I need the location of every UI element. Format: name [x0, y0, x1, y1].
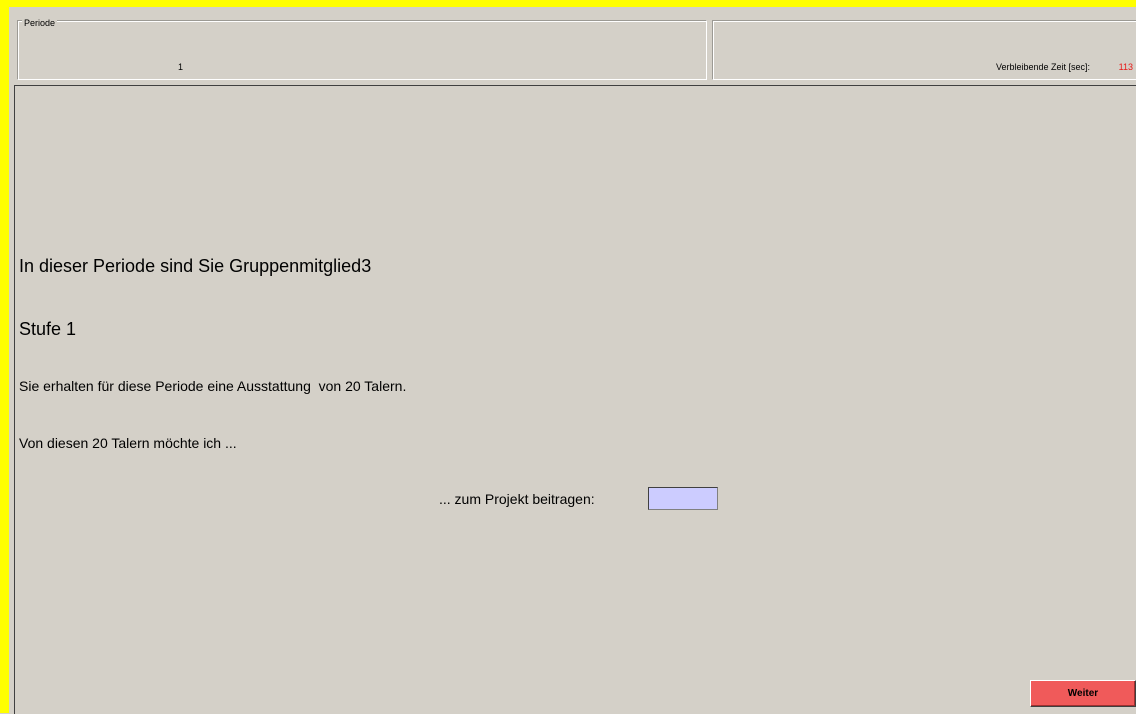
instruction-text: Von diesen 20 Talern möchte ich ...: [19, 435, 237, 451]
remaining-time-label: Verbleibende Zeit [sec]:: [995, 62, 1090, 72]
weiter-button[interactable]: Weiter: [1030, 680, 1136, 707]
contribution-label: ... zum Projekt beitragen:: [439, 491, 595, 507]
group-member-text: In dieser Periode sind Sie Gruppenmitgli…: [19, 256, 372, 276]
stage-text: Stufe 1: [19, 319, 77, 339]
window-frame: 1 Periode Verbleibende Zeit [sec]: 113 I…: [0, 0, 1136, 714]
period-value: 1: [178, 62, 184, 72]
period-legend: Periode: [22, 18, 58, 28]
period-panel: 1: [17, 20, 707, 80]
window-content: 1 Periode Verbleibende Zeit [sec]: 113 I…: [9, 7, 1136, 714]
time-panel: Verbleibende Zeit [sec]: 113: [712, 20, 1136, 80]
remaining-time-value: 113: [1118, 62, 1133, 72]
contribution-input[interactable]: [648, 487, 718, 510]
main-panel: In dieser Periode sind Sie Gruppenmitgli…: [14, 85, 1136, 714]
endowment-text: Sie erhalten für diese Periode eine Auss…: [19, 378, 407, 394]
